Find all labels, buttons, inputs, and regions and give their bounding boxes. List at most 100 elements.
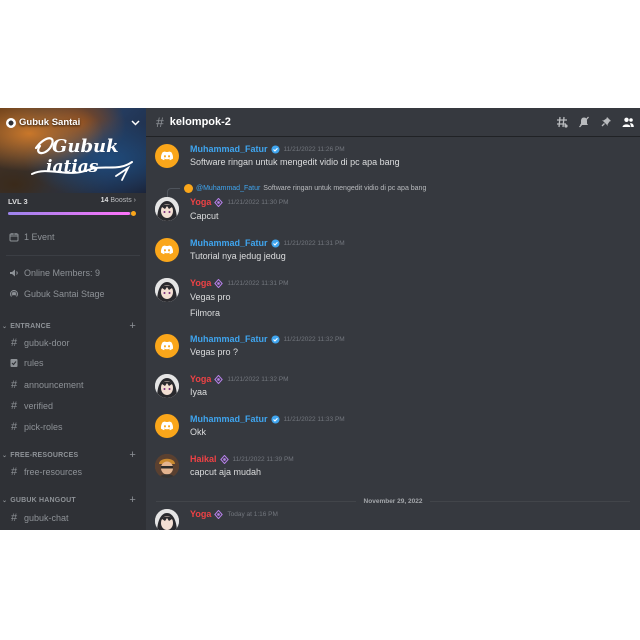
avatar[interactable] (155, 278, 179, 302)
server-icon (6, 117, 16, 128)
username[interactable]: Muhammad_Fatur (190, 414, 268, 424)
message-header: Yoga 11/21/2022 11:31 PM (190, 278, 289, 288)
add-channel-icon[interactable]: + (129, 449, 136, 461)
hashtag-icon: # (10, 512, 18, 524)
message-text: Tutorial nya jedug jedug (190, 251, 286, 261)
message-text: Capcut (190, 211, 219, 221)
username[interactable]: Yoga (190, 278, 211, 288)
message-header: Yoga 11/21/2022 11:30 PM (190, 197, 289, 207)
reply-username: @Muhammad_Fatur (196, 185, 261, 192)
speaker-icon (8, 268, 20, 278)
message-text: Vegas pro (190, 292, 231, 302)
nitro-icon (214, 197, 224, 207)
channel-label: gubuk-chat (24, 513, 69, 523)
username[interactable]: Muhammad_Fatur (190, 334, 268, 344)
category-label: ENTRANCE (10, 322, 51, 330)
reply-preview[interactable]: @Muhammad_Fatur Software ringan untuk me… (168, 184, 426, 193)
channel-gubuk-chat[interactable]: # gubuk-chat (8, 512, 140, 524)
category-free-resources[interactable]: ⌄ FREE-RESOURCES + (2, 449, 136, 461)
discord-logo-icon (160, 341, 174, 351)
avatar[interactable] (155, 144, 179, 168)
username[interactable]: Muhammad_Fatur (190, 238, 268, 248)
username[interactable]: Yoga (190, 374, 211, 384)
message-text: Iyaa (190, 387, 208, 397)
timestamp: 11/21/2022 11:33 PM (283, 415, 345, 423)
channel-verified[interactable]: # verified (8, 400, 140, 412)
stage-channel[interactable]: Gubuk Santai Stage (8, 289, 140, 299)
message-header: Muhammad_Fatur 11/21/2022 11:33 PM (190, 414, 345, 424)
channel-pick-roles[interactable]: # pick-roles (8, 421, 140, 433)
boost-goal-dot (131, 211, 136, 216)
reply-avatar (184, 184, 193, 193)
category-gubuk-hangout[interactable]: ⌄ GUBUK HANGOUT + (2, 494, 136, 506)
avatar[interactable] (155, 334, 179, 358)
timestamp: 11/21/2022 11:32 PM (283, 335, 345, 343)
calendar-icon (8, 232, 20, 242)
events-item[interactable]: 1 Event (8, 232, 140, 242)
events-label: 1 Event (24, 232, 55, 242)
chevron-down-icon[interactable] (131, 118, 140, 128)
username[interactable]: Yoga (190, 197, 211, 207)
message-header: Muhammad_Fatur 11/21/2022 11:32 PM (190, 334, 345, 344)
channel-label: rules (24, 358, 44, 368)
add-channel-icon[interactable]: + (129, 320, 136, 332)
boost-bar (8, 211, 136, 216)
mute-icon[interactable] (578, 116, 590, 128)
voice-channel-label: Online Members: 9 (24, 268, 101, 278)
stage-icon (8, 289, 20, 299)
username[interactable]: Yoga (190, 509, 211, 519)
avatar[interactable] (155, 414, 179, 438)
channel-label: announcement (24, 380, 84, 390)
message-header: Yoga 11/21/2022 11:32 PM (190, 374, 289, 384)
channel-free-resources[interactable]: # free-resources (8, 466, 140, 478)
username[interactable]: Haikal (190, 454, 217, 464)
message-text: Okk (190, 427, 207, 437)
date-divider: November 29, 2022 (156, 496, 630, 506)
nitro-icon (214, 278, 224, 288)
add-channel-icon[interactable]: + (129, 494, 136, 506)
discord-logo-icon (160, 245, 174, 255)
message-header: Muhammad_Fatur 11/21/2022 11:31 PM (190, 238, 345, 248)
avatar[interactable] (155, 509, 179, 530)
hashtag-icon: # (10, 466, 18, 478)
verified-icon (270, 414, 280, 424)
boost-progress[interactable]: LVL 3 14 Boosts › (0, 193, 146, 225)
timestamp: 11/21/2022 11:30 PM (227, 198, 289, 206)
username[interactable]: Muhammad_Fatur (190, 144, 268, 154)
verified-icon (270, 334, 280, 344)
message-header: Yoga Today at 1:16 PM (190, 509, 278, 519)
avatar[interactable] (155, 374, 179, 398)
verified-icon (270, 144, 280, 154)
verified-icon (270, 238, 280, 248)
boost-count: 14 Boosts › (100, 197, 136, 204)
pin-icon[interactable] (600, 116, 612, 128)
date-divider-label: November 29, 2022 (363, 497, 423, 505)
rules-icon (8, 358, 20, 368)
hashtag-icon: # (156, 114, 164, 130)
channel-announcement[interactable]: # announcement (8, 379, 140, 391)
chevron-down-icon: ⌄ (2, 452, 8, 459)
hashtag-icon: # (10, 421, 18, 433)
category-label: FREE-RESOURCES (10, 451, 79, 459)
message-header: Muhammad_Fatur 11/21/2022 11:26 PM (190, 144, 345, 154)
threads-icon[interactable] (556, 116, 568, 128)
message-text: Filmora (190, 308, 221, 318)
message-header: Haikal 11/21/2022 11:39 PM (190, 454, 294, 464)
timestamp: 11/21/2022 11:32 PM (227, 375, 289, 383)
members-icon[interactable] (622, 116, 634, 128)
message-text: Vegas pro ? (190, 347, 239, 357)
channel-title: kelompok-2 (169, 116, 231, 128)
avatar[interactable] (155, 454, 179, 478)
channel-label: verified (24, 401, 54, 411)
channel-gubuk-door[interactable]: # gubuk-door (8, 337, 140, 349)
timestamp: 11/21/2022 11:31 PM (283, 239, 345, 247)
avatar[interactable] (155, 238, 179, 262)
channel-rules[interactable]: rules (8, 358, 140, 368)
voice-channel-online[interactable]: Online Members: 9 (8, 268, 140, 278)
nitro-icon (214, 374, 224, 384)
avatar[interactable] (155, 197, 179, 221)
server-header[interactable]: Gubuk Santai (6, 117, 140, 128)
nitro-icon (214, 509, 224, 519)
discord-logo-icon (160, 421, 174, 431)
category-entrance[interactable]: ⌄ ENTRANCE + (2, 320, 136, 332)
